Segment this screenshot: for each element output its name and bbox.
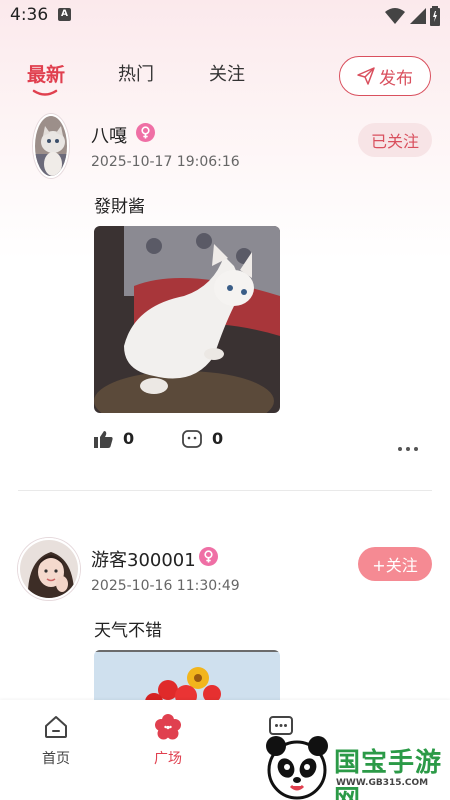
signal-icon [409, 7, 427, 29]
wifi-icon [385, 7, 405, 29]
feed-tabs: 最新 热门 关注 发布 [0, 52, 450, 102]
tab-hot[interactable]: 热门 [118, 60, 154, 86]
post-image-cat[interactable] [94, 226, 280, 413]
battery-icon [430, 6, 440, 30]
status-time: 4:36 [10, 5, 49, 25]
post-text: 天气不错 [94, 621, 162, 641]
send-icon [357, 67, 375, 85]
post-divider [18, 490, 432, 491]
status-bar: 4:36 A [0, 0, 450, 32]
tab-latest[interactable]: 最新 [27, 60, 65, 87]
more-options-icon[interactable] [398, 447, 418, 451]
post-timestamp: 2025-10-16 11:30:49 [91, 578, 240, 594]
female-gender-icon [199, 547, 218, 566]
avatar[interactable] [33, 114, 69, 178]
flower-icon [155, 714, 181, 740]
post-username[interactable]: 八嘎 [91, 122, 127, 148]
post-text: 發財酱 [94, 197, 145, 217]
tab-following[interactable]: 关注 [209, 60, 245, 86]
publish-button-label: 发布 [379, 68, 413, 89]
publish-button[interactable]: 发布 [339, 56, 431, 96]
comment-action[interactable]: 0 [182, 429, 223, 448]
nav-home[interactable]: 首页 [21, 712, 91, 768]
app-notification-icon: A [58, 8, 71, 21]
like-action[interactable]: 0 [94, 429, 134, 448]
nav-square[interactable]: 广场 [133, 712, 203, 768]
like-count: 0 [123, 429, 135, 448]
post-timestamp: 2025-10-17 19:06:16 [91, 154, 240, 170]
nav-square-label: 广场 [154, 751, 182, 767]
screen: 4:36 A 最新 热门 关注 发布 八嘎 2025-10-17 19:06:1… [0, 0, 450, 800]
post-username[interactable]: 游客300001 [91, 546, 196, 572]
watermark-logo: 国宝手游网 WWW.GB315.COM [262, 732, 450, 800]
comment-count: 0 [212, 429, 224, 448]
post-card: 游客300001 2025-10-16 11:30:49 +关注 天气不错 [0, 536, 450, 710]
comment-icon [182, 429, 202, 448]
nav-home-label: 首页 [42, 751, 70, 767]
active-tab-underline [32, 89, 58, 96]
watermark-url: WWW.GB315.COM [336, 778, 429, 788]
post-card: 八嘎 2025-10-17 19:06:16 已关注 發財酱 0 0 [0, 112, 450, 492]
panda-logo-icon [266, 736, 328, 800]
followed-button[interactable]: 已关注 [358, 123, 432, 157]
home-icon [45, 716, 67, 738]
thumbs-up-icon [94, 430, 113, 448]
avatar[interactable] [18, 538, 80, 600]
female-gender-icon [136, 123, 155, 142]
watermark-text: 国宝手游网 [334, 748, 443, 800]
follow-button[interactable]: +关注 [358, 547, 432, 581]
